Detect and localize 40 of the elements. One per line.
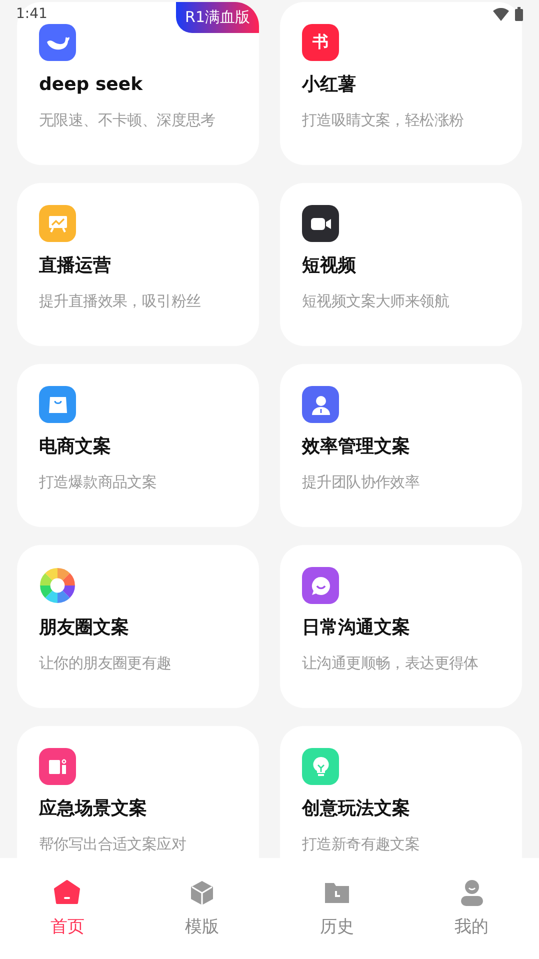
card-subtitle: 打造新奇有趣文案: [302, 834, 420, 854]
card-subtitle: 提升直播效果，吸引粉丝: [39, 291, 201, 311]
card-title: 应急场景文案: [39, 797, 147, 821]
feature-card[interactable]: 效率管理文案 提升团队协作效率: [280, 364, 522, 527]
card-subtitle: 打造吸睛文案，轻松涨粉: [302, 110, 464, 130]
card-title: 直播运营: [39, 254, 111, 278]
feature-card[interactable]: 应急场景文案 帮你写出合适文案应对: [17, 726, 259, 858]
feature-card[interactable]: 书 小红薯 打造吸睛文案，轻松涨粉: [280, 2, 522, 165]
nav-tab[interactable]: 历史: [270, 879, 404, 938]
card-subtitle: 让沟通更顺畅，表达更得体: [302, 653, 478, 673]
version-badge: R1满血版: [176, 2, 259, 33]
card-subtitle: 让你的朋友圈更有趣: [39, 653, 172, 673]
card-title: deep seek: [39, 73, 143, 97]
nav-tab[interactable]: 首页: [0, 879, 135, 938]
card-title: 创意玩法文案: [302, 797, 410, 821]
card-subtitle: 短视频文案大师来领航: [302, 291, 450, 311]
battery-icon: [515, 7, 523, 21]
card-title: 小红薯: [302, 73, 356, 97]
home-icon: [53, 879, 82, 907]
feature-card[interactable]: 电商文案 打造爆款商品文案: [17, 364, 259, 527]
card-subtitle: 打造爆款商品文案: [39, 472, 157, 492]
card-title: 效率管理文案: [302, 435, 410, 459]
card-title: 短视频: [302, 254, 356, 278]
card-subtitle: 无限速、不卡顿、深度思考: [39, 110, 216, 130]
nav-tab[interactable]: 我的: [404, 879, 539, 938]
book-icon: 书: [302, 24, 339, 61]
feature-card[interactable]: 直播运营 提升直播效果，吸引粉丝: [17, 183, 259, 346]
aperture-icon: [39, 567, 76, 604]
feature-card[interactable]: 朋友圈文案 让你的朋友圈更有趣: [17, 545, 259, 708]
card-title: 电商文案: [39, 435, 111, 459]
card-title: 朋友圈文案: [39, 616, 129, 640]
feature-card[interactable]: 短视频 短视频文案大师来领航: [280, 183, 522, 346]
card-subtitle: 帮你写出合适文案应对: [39, 834, 186, 854]
feature-card[interactable]: 创意玩法文案 打造新奇有趣文案: [280, 726, 522, 858]
status-time: 1:41: [16, 6, 48, 22]
wifi-icon: [493, 8, 509, 20]
card-subtitle: 提升团队协作效率: [302, 472, 420, 492]
card-title: 日常沟通文案: [302, 616, 410, 640]
nav-tab[interactable]: 模版: [134, 879, 270, 938]
feature-card[interactable]: 日常沟通文案 让沟通更顺畅，表达更得体: [280, 545, 522, 708]
